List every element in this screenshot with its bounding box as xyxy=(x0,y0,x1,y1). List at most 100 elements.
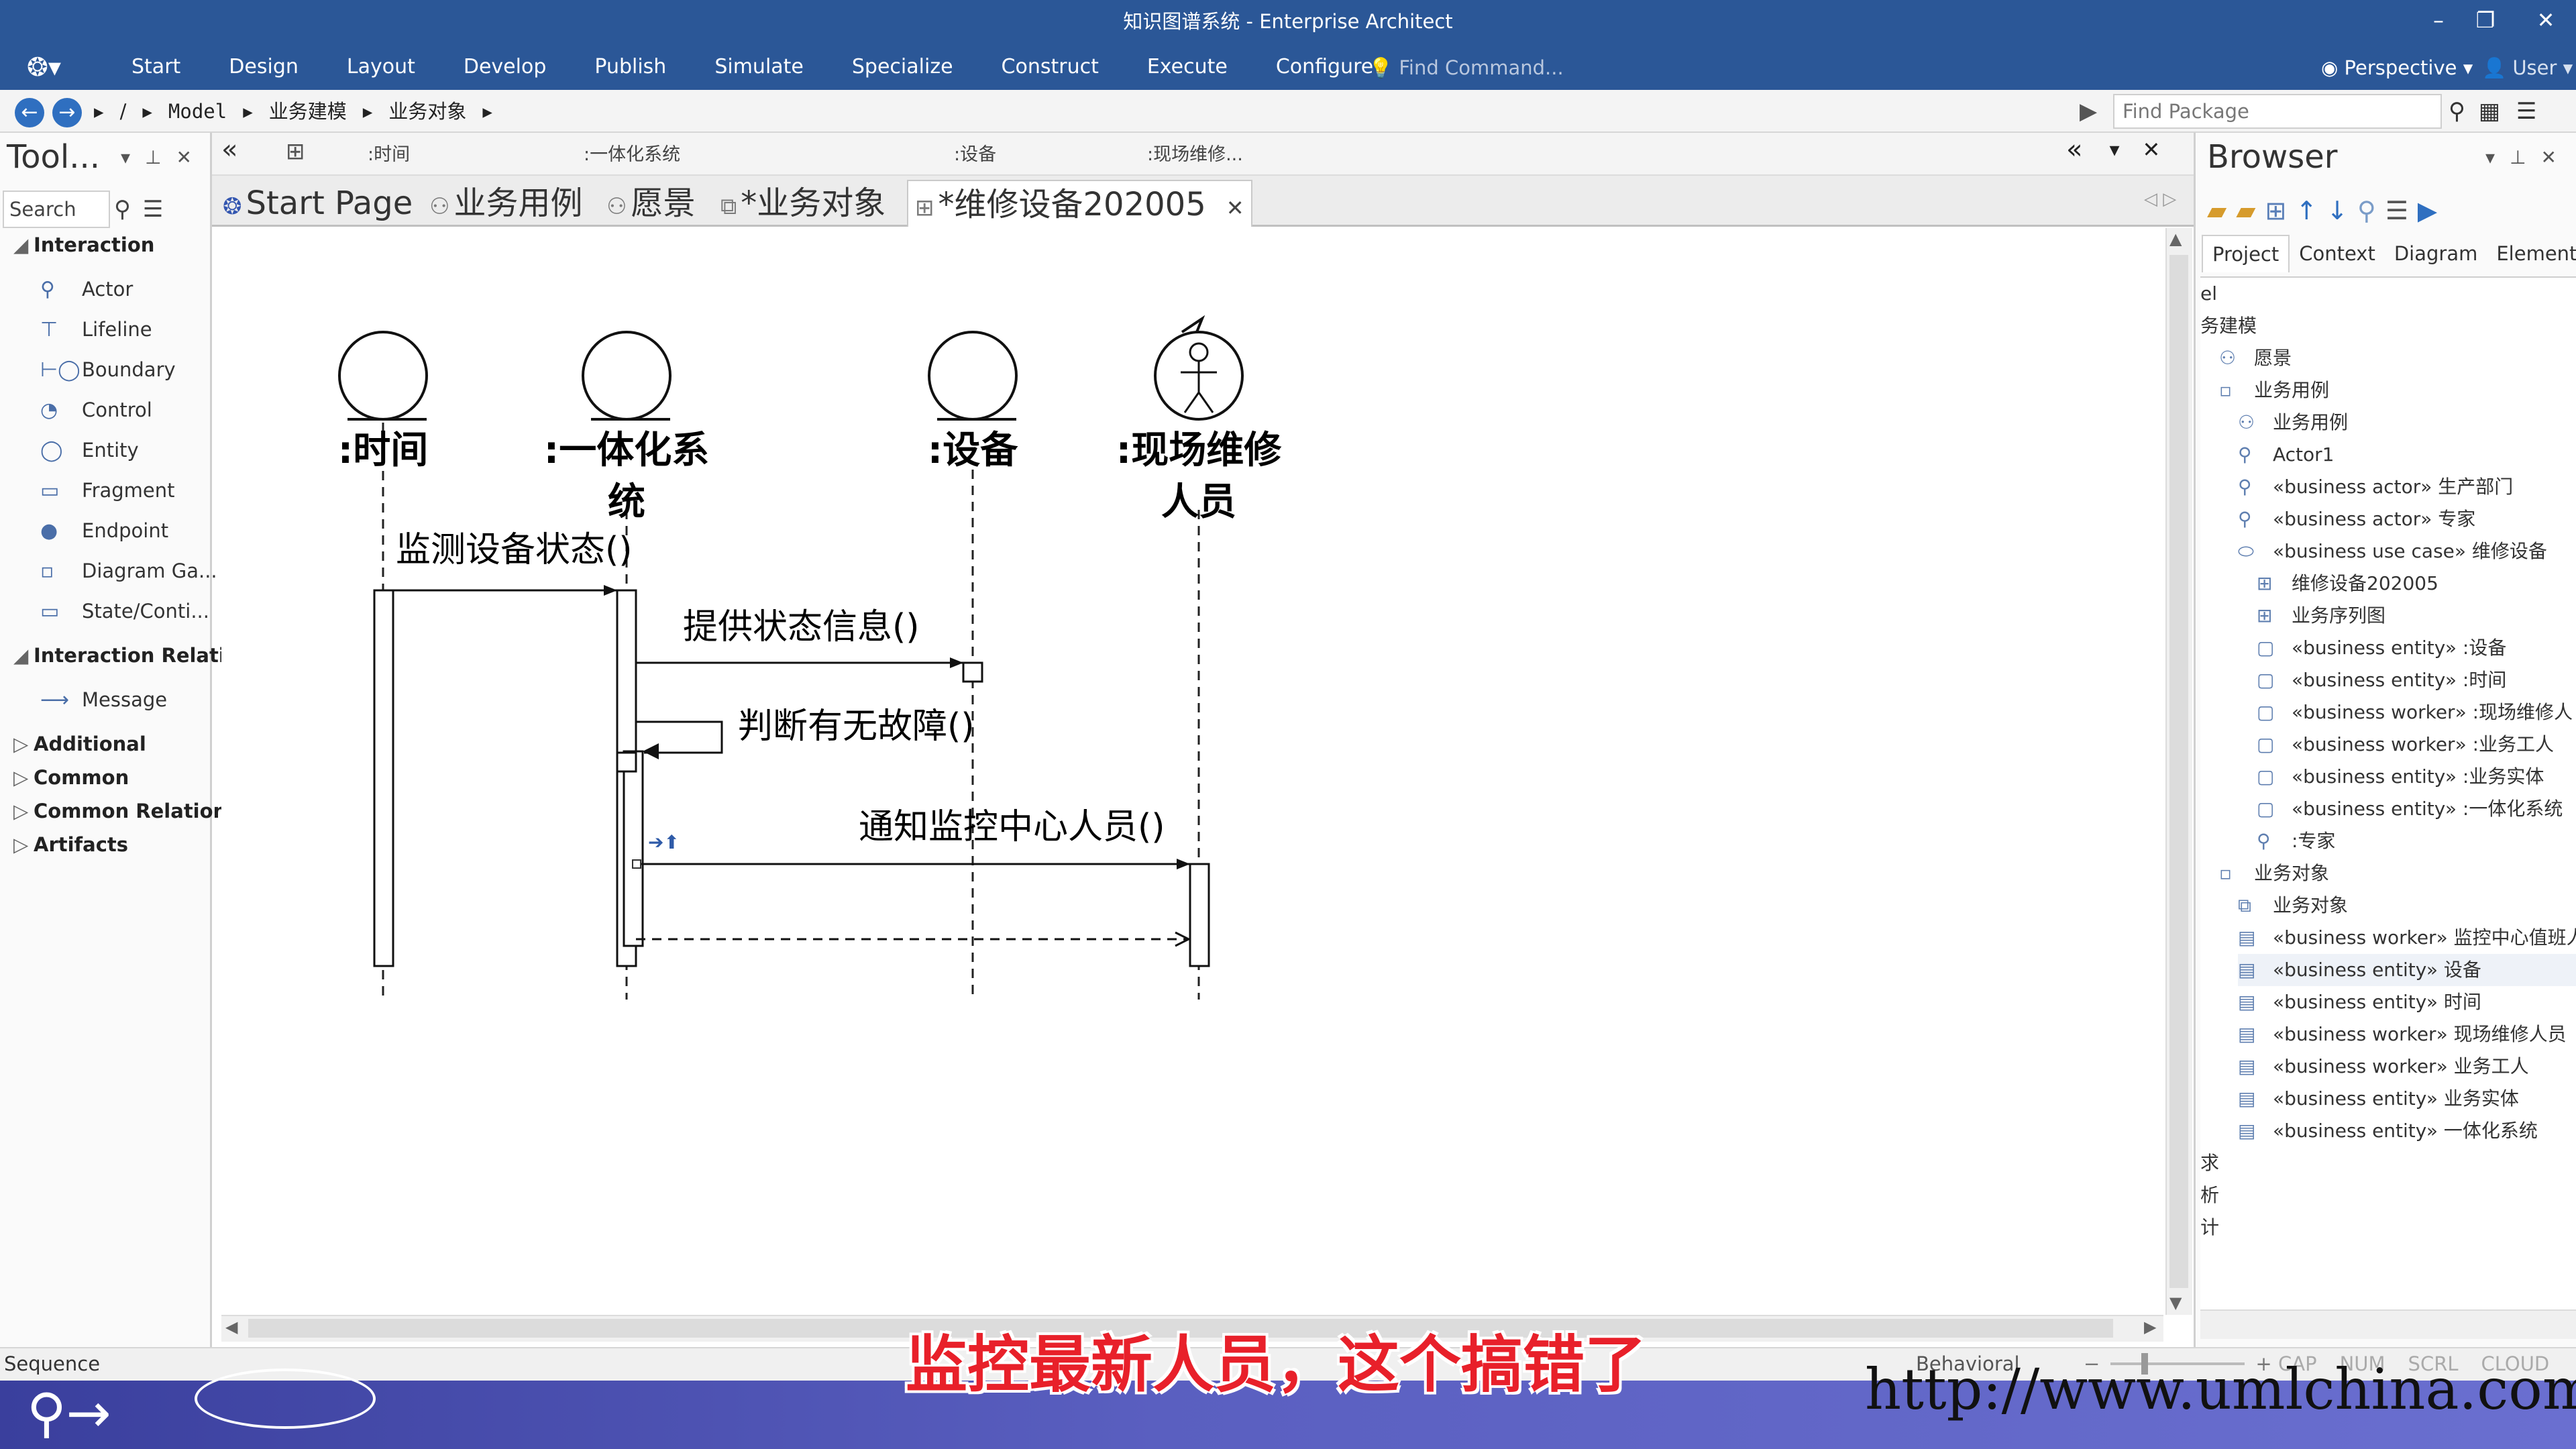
toolbox-search-input[interactable]: Search xyxy=(3,191,110,228)
ribbon-menu-publish[interactable]: Publish xyxy=(570,48,690,86)
grid-icon[interactable]: ▦ xyxy=(2479,98,2500,125)
toolbox-item-diagram-ga[interactable]: ▫ Diagram Ga... xyxy=(40,554,217,588)
tree-node[interactable]: ▤ «business worker» 监控中心值班人 xyxy=(2238,922,2576,954)
tree-node[interactable]: ▢ «business entity» :一体化系统 xyxy=(2257,793,2576,825)
tab-repair-device[interactable]: ⊞ *维修设备202005 ✕ xyxy=(907,180,1252,227)
self-message-arrow[interactable]: 判断有无故障() xyxy=(616,706,975,773)
tree-node[interactable]: ▢ «business entity» :设备 xyxy=(2257,632,2576,664)
ribbon-menu-execute[interactable]: Execute xyxy=(1123,48,1252,86)
pin-icon[interactable]: ⊥ xyxy=(145,146,161,168)
close-icon[interactable]: ✕ xyxy=(176,146,191,168)
message-arrow[interactable]: 通知监控中心人员() ➔⬆ xyxy=(632,807,1190,869)
breadcrumb-item[interactable]: 业务对象 xyxy=(388,93,466,130)
chevron-down-icon[interactable]: ▾ xyxy=(2109,138,2119,162)
dropdown-icon[interactable]: ▾ xyxy=(121,146,130,168)
run-icon[interactable]: ▶ xyxy=(2418,196,2447,225)
ribbon-menu-layout[interactable]: Layout xyxy=(323,48,439,86)
scroll-up-icon[interactable]: ▲ xyxy=(2169,229,2182,248)
tree-node[interactable]: ▤ «business worker» 业务工人 xyxy=(2238,1051,2576,1083)
tree-node[interactable]: ▤ «business entity» 设备 xyxy=(2238,954,2576,986)
tab-start-page[interactable]: ❂ Start Page xyxy=(223,180,413,227)
expand-icon[interactable]: ▷ xyxy=(13,800,34,822)
toolbox-item-actor[interactable]: ⚲ Actor xyxy=(40,272,133,306)
toolbox-item-fragment[interactable]: ▭ Fragment xyxy=(40,474,175,507)
tree-node[interactable]: ⚲ Actor1 xyxy=(2238,439,2576,471)
move-down-icon[interactable]: ↓ xyxy=(2326,196,2357,225)
vertical-scroll-thumb[interactable] xyxy=(2169,255,2188,1288)
tree-node[interactable]: 析 xyxy=(2200,1179,2576,1212)
expand-icon[interactable]: ▷ xyxy=(13,833,34,856)
toolbox-item-state-conti[interactable]: ▭ State/Conti... xyxy=(40,594,209,628)
collapse-icon[interactable]: ◢ xyxy=(13,644,34,667)
hamburger-menu-icon[interactable]: ☰ xyxy=(2385,196,2418,225)
close-icon[interactable]: ✕ xyxy=(2540,146,2556,168)
tree-node[interactable]: ⧉ 业务对象 xyxy=(2238,890,2576,922)
toolbox-group[interactable]: ▷ Common Relations xyxy=(13,800,238,822)
collapse-left-icon[interactable]: « xyxy=(221,134,237,165)
toolbox-item-lifeline[interactable]: ⊤ Lifeline xyxy=(40,313,152,346)
tree-node[interactable]: ⚲ «business actor» 生产部门 xyxy=(2238,471,2576,503)
expand-icon[interactable]: ▷ xyxy=(13,733,34,755)
tree-node[interactable]: 计 xyxy=(2200,1212,2576,1244)
find-command-input[interactable]: 💡 Find Command... xyxy=(1368,51,1650,85)
tree-node[interactable]: ▤ «business entity» 业务实体 xyxy=(2238,1083,2576,1115)
tree-node[interactable]: ⬭ «business use case» 维修设备 xyxy=(2238,535,2576,568)
message-arrow[interactable]: 提供状态信息() xyxy=(636,607,983,683)
toolbox-group[interactable]: ◢ Interaction xyxy=(13,233,154,256)
perspective-button[interactable]: ◉ Perspective ▾ xyxy=(2321,51,2473,85)
scroll-down-icon[interactable]: ▼ xyxy=(2169,1293,2182,1312)
new-package-icon[interactable]: ▰ xyxy=(2207,196,2236,225)
tree-node[interactable]: ▫ 业务对象 xyxy=(2219,857,2576,890)
toolbox-item-control[interactable]: ◔ Control xyxy=(40,393,152,427)
user-button[interactable]: 👤 User ▾ xyxy=(2482,51,2573,85)
forward-arrow-icon[interactable]: → xyxy=(52,98,82,127)
collapse-left-icon[interactable]: « xyxy=(2066,134,2082,165)
find-package-input[interactable]: Find Package xyxy=(2113,94,2442,129)
toolbox-group[interactable]: ◢ Interaction Relatio xyxy=(13,644,239,667)
tree-node[interactable]: el xyxy=(2200,278,2576,310)
tree-node[interactable]: ▢ «business entity» :时间 xyxy=(2257,664,2576,696)
activation-bar[interactable] xyxy=(373,589,394,967)
tree-node[interactable]: ⚲ «business actor» 专家 xyxy=(2238,503,2576,535)
tree-node[interactable]: ▤ «business entity» 时间 xyxy=(2238,986,2576,1018)
close-icon[interactable]: ✕ xyxy=(2143,137,2161,162)
toolbox-group[interactable]: ▷ Artifacts xyxy=(13,833,128,856)
activation-bar[interactable] xyxy=(623,750,644,947)
tree-node[interactable]: ⊞ 维修设备202005 xyxy=(2257,568,2576,600)
tab-business-use-case[interactable]: ⚇ 业务用例 xyxy=(429,180,583,227)
tree-node[interactable]: ▢ «business worker» :现场维修人 xyxy=(2257,696,2576,729)
toolbox-item-message[interactable]: ⟶ Message xyxy=(40,683,167,716)
tab-scroll-icon[interactable]: ◁ ▷ xyxy=(2144,189,2176,209)
move-up-icon[interactable]: ↑ xyxy=(2296,196,2326,225)
diagram-canvas[interactable]: :时间 :一体化系 统 :设备 :现场维修 人员 监测设备状态() 提供状态信息… xyxy=(221,228,2163,1315)
ea-logo-icon[interactable]: ❂▾ xyxy=(27,48,80,86)
hamburger-menu-icon[interactable]: ☰ xyxy=(2516,98,2536,125)
toolbox-item-entity[interactable]: ◯ Entity xyxy=(40,433,139,467)
tree-node[interactable]: ▢ «business entity» :业务实体 xyxy=(2257,761,2576,793)
close-tab-icon[interactable]: ✕ xyxy=(1226,195,1244,221)
toolbox-item-endpoint[interactable]: ● Endpoint xyxy=(40,514,168,547)
sequence-nav-arrows-icon[interactable]: ➔⬆ xyxy=(648,831,680,853)
hamburger-menu-icon[interactable]: ☰ xyxy=(143,191,163,228)
breadcrumb-item[interactable]: 业务建模 xyxy=(269,93,347,130)
expand-icon[interactable]: ▷ xyxy=(13,766,34,789)
breadcrumb-item[interactable]: Model xyxy=(168,93,227,130)
ribbon-menu-construct[interactable]: Construct xyxy=(977,48,1123,86)
ribbon-menu-design[interactable]: Design xyxy=(205,48,323,86)
tree-node[interactable]: ⚇ 愿景 xyxy=(2219,342,2576,374)
tree-node[interactable]: 求 xyxy=(2200,1147,2576,1179)
browser-tab-diagram[interactable]: Diagram xyxy=(2385,235,2487,272)
browser-horizontal-scrollbar[interactable] xyxy=(2200,1309,2576,1339)
collapse-icon[interactable]: ◢ xyxy=(13,233,34,256)
tree-node[interactable]: ⚇ 业务用例 xyxy=(2238,407,2576,439)
ribbon-menu-simulate[interactable]: Simulate xyxy=(690,48,828,86)
browser-tab-element[interactable]: Element xyxy=(2487,235,2576,272)
dropdown-icon[interactable]: ▾ xyxy=(2485,146,2495,168)
browser-tab-project[interactable]: Project xyxy=(2202,235,2290,272)
expand-right-icon[interactable]: ▶ xyxy=(2080,94,2097,129)
ribbon-menu-specialize[interactable]: Specialize xyxy=(828,48,977,86)
message-arrow[interactable]: 监测设备状态() xyxy=(393,530,633,596)
toolbox-item-boundary[interactable]: ⊢◯Boundary xyxy=(40,353,176,386)
ribbon-menu-start[interactable]: Start xyxy=(107,48,205,86)
tab-vision[interactable]: ⚇ 愿景 xyxy=(606,180,696,227)
